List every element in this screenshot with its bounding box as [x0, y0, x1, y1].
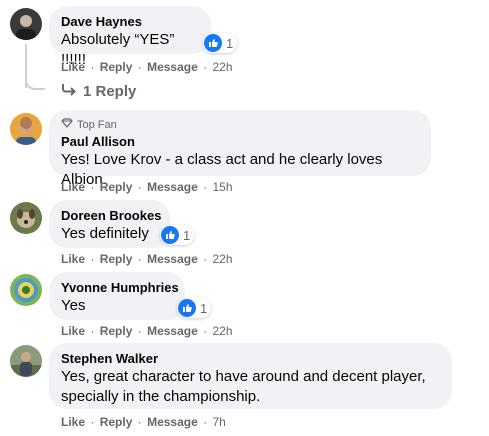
timestamp[interactable]: 15h [212, 180, 232, 194]
separator: · [203, 252, 208, 266]
separator: · [137, 415, 142, 429]
separator: · [90, 60, 95, 74]
separator: · [203, 324, 208, 338]
comment-actions: Like · Reply · Message · 22h [61, 59, 233, 75]
like-link[interactable]: Like [61, 415, 85, 429]
comment-text: Yes definitely [61, 225, 149, 242]
reply-link[interactable]: Reply [100, 60, 133, 74]
separator: · [90, 252, 95, 266]
comment-text-line-1: Yes, great character to have around and … [61, 368, 426, 385]
reply-link[interactable]: Reply [100, 415, 133, 429]
separator: · [137, 252, 142, 266]
reaction-count[interactable]: 1 [177, 298, 212, 318]
timestamp[interactable]: 22h [212, 324, 232, 338]
separator: · [203, 180, 208, 194]
reply-link[interactable]: Reply [100, 180, 133, 194]
separator: · [137, 180, 142, 194]
timestamp[interactable]: 22h [212, 252, 232, 266]
like-link[interactable]: Like [61, 180, 85, 194]
comment-bubble: Doreen Brookes Yes definitely [49, 200, 170, 248]
comment-author[interactable]: Yvonne Humphries [61, 280, 179, 296]
comment-author[interactable]: Doreen Brookes [61, 208, 161, 224]
reaction-count[interactable]: 1 [160, 225, 195, 245]
like-link[interactable]: Like [61, 60, 85, 74]
top-fan-badge: Top Fan [61, 118, 419, 132]
comment-actions: Like · Reply · Message · 22h [61, 323, 233, 339]
avatar[interactable] [10, 8, 42, 40]
separator: · [203, 415, 208, 429]
reply-link[interactable]: Reply [100, 324, 133, 338]
message-link[interactable]: Message [147, 324, 198, 338]
comment-bubble: Yvonne Humphries Yes [49, 272, 185, 320]
diamond-icon [61, 118, 73, 132]
avatar[interactable] [10, 345, 42, 377]
comment-author[interactable]: Dave Haynes [61, 14, 199, 30]
comment-author[interactable]: Paul Allison [61, 134, 419, 150]
comment-actions: Like · Reply · Message · 15h [61, 179, 233, 195]
avatar[interactable] [10, 274, 42, 306]
top-fan-label: Top Fan [77, 119, 117, 131]
message-link[interactable]: Message [147, 180, 198, 194]
separator: · [90, 324, 95, 338]
reaction-count[interactable]: 1 [203, 33, 238, 53]
comment-actions: Like · Reply · Message · 22h [61, 251, 233, 267]
comment-text-line-2: specially in the championship. [61, 388, 261, 405]
comment-bubble: Dave Haynes Absolutely “YES” !!!!!! [49, 6, 211, 68]
message-link[interactable]: Message [147, 415, 198, 429]
separator: · [203, 60, 208, 74]
like-icon [204, 34, 222, 52]
message-link[interactable]: Message [147, 60, 198, 74]
comment-actions: Like · Reply · Message · 7h [61, 414, 226, 430]
message-link[interactable]: Message [147, 252, 198, 266]
comment-bubble: Stephen Walker Yes, great character to h… [49, 343, 452, 409]
reply-link[interactable]: Reply [100, 252, 133, 266]
separator: · [137, 324, 142, 338]
comment-author[interactable]: Stephen Walker [61, 351, 440, 367]
reaction-count-label: 1 [226, 35, 234, 51]
like-icon [178, 299, 196, 317]
separator: · [90, 415, 95, 429]
reply-arrow-icon [61, 82, 77, 100]
reaction-count-label: 1 [183, 227, 191, 243]
like-icon [161, 226, 179, 244]
separator: · [90, 180, 95, 194]
reaction-count-label: 1 [200, 300, 208, 316]
comment-text: Yes [61, 297, 86, 314]
comment-bubble: Top Fan Paul Allison Yes! Love Krov - a … [49, 110, 431, 188]
timestamp[interactable]: 7h [212, 415, 225, 429]
view-replies-link[interactable]: 1 Reply [61, 82, 136, 100]
thread-connector [25, 74, 45, 90]
view-replies-label: 1 Reply [83, 82, 137, 100]
avatar[interactable] [10, 202, 42, 234]
like-link[interactable]: Like [61, 252, 85, 266]
like-link[interactable]: Like [61, 324, 85, 338]
timestamp[interactable]: 22h [212, 60, 232, 74]
separator: · [137, 60, 142, 74]
avatar[interactable] [10, 113, 42, 145]
